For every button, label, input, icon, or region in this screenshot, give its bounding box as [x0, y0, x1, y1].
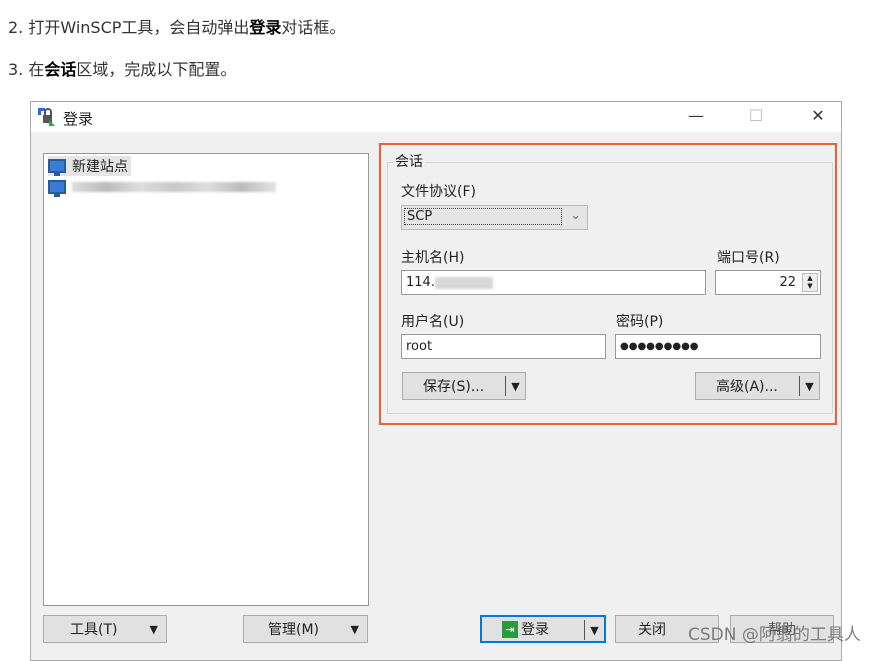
title-bar: 登录 — ☐ ✕	[31, 102, 841, 132]
dropdown-arrow-icon: ▼	[149, 622, 158, 636]
login-dialog: 登录 — ☐ ✕ 新建站点 会话 文件协议(F) SCP ⌄ 主机名(H) 114…	[30, 101, 842, 661]
dropdown-arrow-icon[interactable]: ▼	[505, 376, 525, 396]
dropdown-arrow-icon[interactable]: ▼	[584, 620, 604, 640]
login-icon: ⇥	[502, 620, 518, 638]
host-label: 主机名(H)	[401, 250, 465, 266]
monitor-icon	[48, 159, 66, 176]
dialog-title: 登录	[63, 110, 94, 128]
site-item-new[interactable]: 新建站点	[48, 156, 131, 176]
minimize-button[interactable]: —	[681, 106, 711, 125]
dropdown-arrow-icon[interactable]: ▼	[799, 376, 819, 396]
username-label: 用户名(U)	[401, 314, 465, 330]
advanced-button[interactable]: 高级(A)... ▼	[695, 372, 820, 400]
password-input[interactable]: ●●●●●●●●●	[615, 334, 821, 359]
maximize-button[interactable]: ☐	[741, 106, 771, 125]
watermark: CSDN @阿翡的工具人	[688, 625, 861, 645]
blurred-site-name	[72, 182, 276, 192]
monitor-icon	[48, 180, 66, 197]
step-2: 2. 打开WinSCP工具，会自动弹出登录对话框。	[8, 18, 346, 37]
session-highlight: 会话 文件协议(F) SCP ⌄ 主机名(H) 114. 端口号(R) 22 ▲ ▼ …	[379, 143, 837, 425]
username-input[interactable]: root	[401, 334, 606, 359]
password-label: 密码(P)	[616, 314, 664, 330]
step-3: 3. 在会话区域，完成以下配置。	[8, 60, 237, 79]
protocol-label: 文件协议(F)	[401, 184, 476, 200]
port-input[interactable]: 22 ▲ ▼	[715, 270, 821, 295]
chevron-down-icon: ⌄	[570, 208, 581, 223]
save-button[interactable]: 保存(S)... ▼	[402, 372, 526, 400]
manage-button[interactable]: 管理(M) ▼	[243, 615, 368, 643]
site-item[interactable]	[48, 177, 276, 197]
tools-button[interactable]: 工具(T) ▼	[43, 615, 167, 643]
port-spinner[interactable]: ▲ ▼	[802, 273, 818, 292]
site-label: 新建站点	[72, 159, 128, 175]
winscp-icon	[38, 108, 55, 126]
login-button[interactable]: ⇥ 登录 ▼	[480, 615, 606, 643]
session-legend: 会话	[393, 151, 425, 171]
site-list[interactable]: 新建站点	[43, 153, 369, 606]
close-window-button[interactable]: ✕	[803, 106, 833, 125]
port-label: 端口号(R)	[717, 250, 780, 266]
protocol-select[interactable]: SCP ⌄	[401, 205, 588, 230]
host-input[interactable]: 114.	[401, 270, 706, 295]
dropdown-arrow-icon: ▼	[350, 622, 359, 636]
